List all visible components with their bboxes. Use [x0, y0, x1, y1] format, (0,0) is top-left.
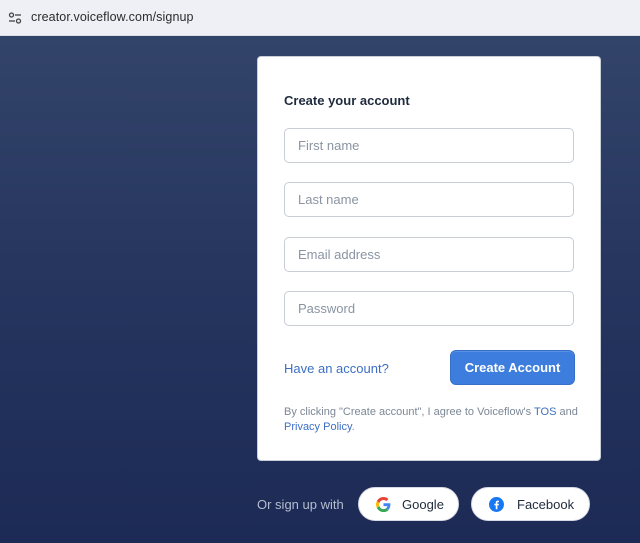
google-icon: [376, 497, 391, 512]
tos-suffix: .: [351, 421, 355, 433]
tos-prefix: By clicking "Create account", I agree to…: [284, 406, 534, 418]
facebook-icon: [489, 497, 504, 512]
facebook-signup-button[interactable]: Facebook: [471, 487, 590, 521]
email-input[interactable]: [284, 237, 574, 272]
browser-address-bar[interactable]: creator.voiceflow.com/signup: [0, 0, 640, 36]
privacy-policy-link[interactable]: Privacy Policy: [284, 421, 352, 433]
facebook-label: Facebook: [517, 497, 575, 512]
tos-link[interactable]: TOS: [534, 406, 556, 418]
first-name-input[interactable]: [284, 128, 574, 163]
create-account-button[interactable]: Create Account: [450, 350, 575, 385]
password-input[interactable]: [284, 291, 574, 326]
have-account-link[interactable]: Have an account?: [284, 361, 389, 376]
form-title: Create your account: [284, 93, 410, 108]
social-signup-label: Or sign up with: [257, 497, 344, 512]
google-label: Google: [402, 497, 444, 512]
signup-card: Create your account Have an account? Cre…: [257, 56, 601, 461]
url-text[interactable]: creator.voiceflow.com/signup: [31, 10, 194, 24]
site-info-icon[interactable]: [8, 11, 22, 25]
tos-notice: By clicking "Create account", I agree to…: [284, 405, 584, 435]
google-signup-button[interactable]: Google: [358, 487, 459, 521]
last-name-input[interactable]: [284, 182, 574, 217]
tos-and: and: [556, 406, 578, 418]
